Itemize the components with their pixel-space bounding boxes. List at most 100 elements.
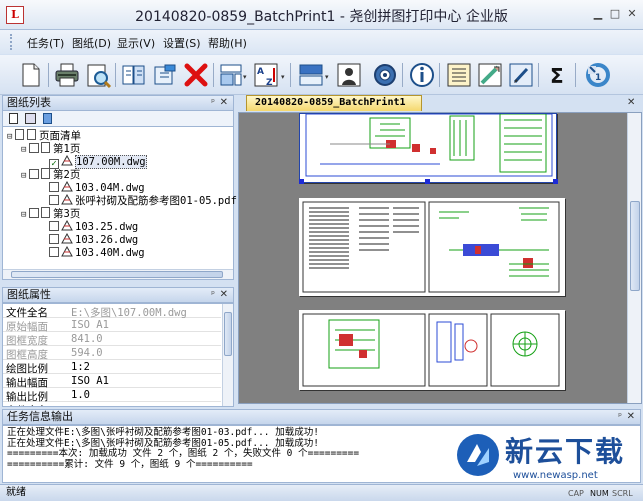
prop-row[interactable]: 原始幅面 ISO A1	[3, 318, 221, 333]
prop-row[interactable]: 文件全名 E:\多图\107.00M.dwg	[3, 304, 221, 319]
vertical-scrollbar[interactable]	[222, 304, 233, 406]
maximize-button[interactable]: □	[609, 8, 621, 20]
checkbox[interactable]	[49, 182, 59, 192]
menu-view[interactable]: 显示(V)	[117, 35, 155, 51]
arrange-dropdown[interactable]: ▾	[325, 73, 332, 81]
tree-label: 第3页	[53, 208, 81, 220]
checkbox[interactable]	[49, 195, 59, 205]
minimize-button[interactable]: ▁	[592, 8, 604, 20]
split-view-icon[interactable]	[25, 113, 36, 124]
prop-row[interactable]: 绘图比例 1:2	[3, 360, 221, 375]
page-icon	[41, 168, 50, 179]
refresh-button[interactable]: 1	[584, 61, 612, 89]
checkbox[interactable]	[29, 208, 39, 218]
tree-file[interactable]: 103.40M.dwg	[49, 246, 145, 259]
arrange-icon	[299, 64, 323, 86]
document-canvas[interactable]	[238, 112, 642, 404]
layout-button[interactable]	[217, 61, 245, 89]
collapse-icon[interactable]: ⊟	[21, 170, 29, 183]
watermark-url: www.newasp.net	[513, 470, 598, 481]
tree-page-3[interactable]: ⊟ 第3页	[21, 207, 80, 220]
scrollbar-thumb[interactable]	[630, 201, 640, 291]
prop-row[interactable]: 图框宽度 841.0	[3, 332, 221, 347]
delete-button[interactable]	[182, 61, 210, 89]
close-panel-icon[interactable]: ✕	[220, 96, 228, 110]
document-tab[interactable]: 20140820-0859_BatchPrint1	[246, 95, 422, 111]
open-folder-icon	[154, 64, 176, 85]
stamp-button[interactable]	[335, 61, 363, 89]
tree-file[interactable]: 张呼衬砌及配筋参考图01-05.pdf	[49, 194, 237, 207]
page-view-icon[interactable]	[9, 113, 18, 124]
print-sheet-2[interactable]	[299, 198, 565, 296]
sigma-icon: Σ	[550, 64, 564, 88]
close-panel-icon[interactable]: ✕	[220, 288, 228, 302]
selection-handle[interactable]	[299, 179, 304, 184]
collapse-icon[interactable]: ⊟	[7, 131, 15, 144]
print-sheet-1[interactable]	[299, 113, 557, 183]
check-edit-button[interactable]	[476, 61, 504, 89]
selection-handle[interactable]	[425, 179, 430, 184]
tree-label: 103.25.dwg	[75, 221, 139, 233]
status-bar: 就绪 CAP NUM SCRL	[0, 484, 643, 501]
collapse-icon[interactable]: ⊟	[21, 209, 29, 222]
checkbox[interactable]	[49, 221, 59, 231]
pen-edit-button[interactable]	[507, 61, 535, 89]
new-doc-button[interactable]	[17, 61, 45, 89]
tree-page-2[interactable]: ⊟ 第2页	[21, 168, 80, 181]
print-sheet-3[interactable]	[299, 310, 565, 390]
output-title: 任务信息输出	[7, 410, 73, 423]
tree-label: 103.04M.dwg	[75, 182, 145, 194]
menu-drawing[interactable]: 图纸(D)	[72, 35, 111, 51]
tree-file[interactable]: ✓ 107.00M.dwg	[49, 155, 147, 169]
sort-az-icon: AZ	[254, 63, 278, 88]
arrange-button[interactable]	[297, 61, 325, 89]
close-window-button[interactable]: ✕	[626, 8, 638, 20]
tree-page-1[interactable]: ⊟ 第1页	[21, 142, 80, 155]
pin-icon[interactable]: ᵖ	[211, 96, 215, 110]
layout-dropdown[interactable]: ▾	[243, 73, 250, 81]
list-view-button[interactable]	[445, 61, 473, 89]
tree-file[interactable]: 103.04M.dwg	[49, 181, 145, 194]
menu-help[interactable]: 帮助(H)	[208, 35, 247, 51]
open-folder-button[interactable]	[151, 61, 179, 89]
collapse-icon[interactable]: ⊟	[21, 144, 29, 157]
menu-settings[interactable]: 设置(S)	[163, 35, 201, 51]
menu-grip[interactable]	[10, 34, 13, 50]
tree-root[interactable]: ⊟ 页面清单	[7, 129, 81, 142]
checkbox[interactable]	[49, 234, 59, 244]
pin-icon[interactable]: ᵖ	[211, 288, 215, 302]
copy-pages-button[interactable]	[120, 61, 148, 89]
sigma-sum-button[interactable]: Σ	[545, 61, 573, 89]
checkbox[interactable]	[29, 169, 39, 179]
close-tab-icon[interactable]: ✕	[627, 97, 635, 108]
settings-gear-button[interactable]	[371, 61, 399, 89]
print-button[interactable]	[53, 61, 81, 89]
tree-label: 第1页	[53, 143, 81, 155]
prop-row[interactable]: 输出幅面 ISO A1	[3, 374, 221, 389]
print-preview-button[interactable]	[84, 61, 112, 89]
pin-icon[interactable]: ᵖ	[618, 410, 622, 424]
prop-row[interactable]: 图框高度 594.0	[3, 346, 221, 361]
scrollbar-thumb[interactable]	[11, 271, 223, 278]
checkbox[interactable]	[29, 143, 39, 153]
prop-row[interactable]: 输出比例 1.0	[3, 388, 221, 403]
tree-file[interactable]: 103.26.dwg	[49, 233, 138, 246]
scrollbar-thumb[interactable]	[224, 312, 232, 356]
document-vertical-scrollbar[interactable]	[627, 113, 641, 403]
horizontal-scrollbar[interactable]	[3, 269, 233, 279]
prop-row[interactable]: 文件全名	[3, 402, 221, 406]
toolbar: ▾ AZ ▾ ▾ Σ 1	[0, 55, 643, 95]
caps-indicator: CAP	[568, 489, 584, 498]
sort-dropdown[interactable]: ▾	[281, 73, 288, 81]
menu-task[interactable]: 任务(T)	[27, 35, 64, 51]
checkbox[interactable]	[49, 247, 59, 257]
detail-view-icon[interactable]	[43, 113, 52, 124]
sort-az-button[interactable]: AZ	[252, 61, 280, 89]
selection-handle[interactable]	[553, 179, 558, 184]
info-button[interactable]	[408, 61, 436, 89]
prop-value: 841.0	[71, 333, 103, 345]
layout-icon	[220, 64, 242, 86]
tree-file[interactable]: 103.25.dwg	[49, 220, 138, 233]
close-panel-icon[interactable]: ✕	[627, 410, 635, 424]
watermark-brand: 新云下载	[505, 435, 626, 468]
